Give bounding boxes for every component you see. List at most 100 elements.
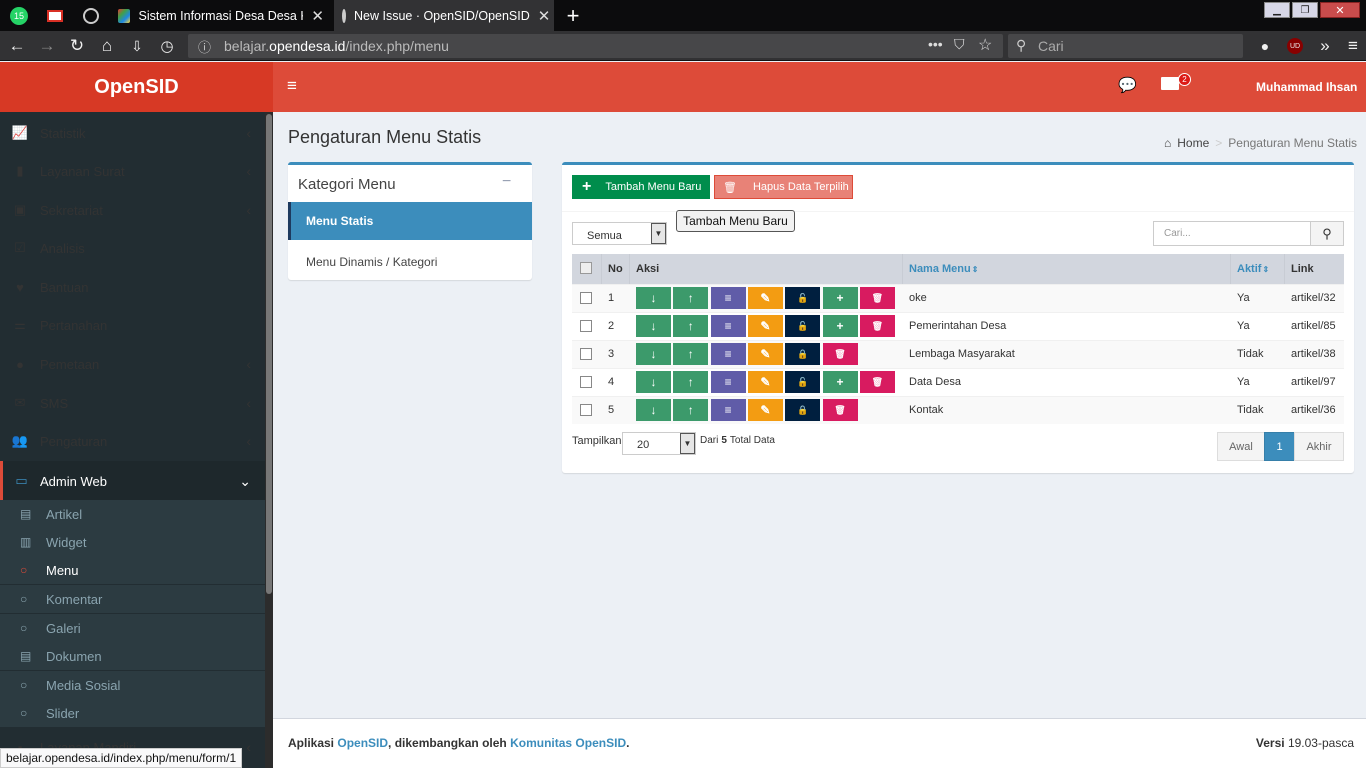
forward-button[interactable]: → [34, 31, 60, 61]
delete-button[interactable]: 🗑 [859, 371, 895, 393]
unlock-button[interactable]: 🔓 [785, 371, 821, 393]
tab-new-issue[interactable]: New Issue · OpenSID/OpenSID ✕ [334, 0, 554, 31]
sidebar-subitem-slider[interactable]: ○ Slider [0, 699, 265, 727]
tab-gmail[interactable] [40, 0, 70, 31]
dropdown-arrow-icon[interactable]: ▼ [651, 223, 666, 244]
sidebar-subitem-komentar[interactable]: ○ Komentar [0, 585, 265, 613]
per-page-select[interactable]: 20 ▼ [622, 432, 696, 455]
edit-button[interactable]: ✎ [747, 343, 783, 365]
move-up-button[interactable]: ↑ [673, 371, 709, 393]
delete-button[interactable]: 🗑 [822, 399, 858, 421]
reload-button[interactable]: ↻ [64, 31, 90, 61]
lock-button[interactable]: 🔒 [785, 343, 821, 365]
move-up-button[interactable]: ↑ [673, 343, 709, 365]
unlock-button[interactable]: 🔓 [785, 315, 821, 337]
delete-button[interactable]: 🗑 [859, 315, 895, 337]
row-checkbox[interactable] [580, 404, 592, 416]
app-logo[interactable]: OpenSID [0, 62, 273, 112]
sidebar-item-statistik[interactable]: 📈 Statistik ‹ [0, 114, 265, 152]
home-button[interactable]: ⌂ [94, 31, 120, 61]
edit-button[interactable]: ✎ [747, 287, 783, 309]
sidebar-scrollbar-thumb[interactable] [266, 114, 272, 594]
sidebar-item-bantuan[interactable]: ♥ Bantuan [0, 268, 265, 306]
lock-button[interactable]: 🔒 [785, 399, 821, 421]
sidebar-item-pemetaan[interactable]: ● Pemetaan ‹ [0, 345, 265, 383]
move-up-button[interactable]: ↑ [673, 315, 709, 337]
add-menu-button[interactable]: + Tambah Menu Baru [572, 175, 710, 199]
tab-opensid[interactable]: Sistem Informasi Desa Desa Kul ✕ [110, 0, 332, 31]
sidebar-subitem-media-sosial[interactable]: ○ Media Sosial [0, 671, 265, 699]
browser-search-bar[interactable]: ⚲ Cari [1008, 34, 1243, 58]
move-down-button[interactable]: ↓ [636, 315, 671, 337]
minimize-button[interactable]: ▁ [1264, 2, 1290, 18]
row-checkbox[interactable] [580, 348, 592, 360]
breadcrumb-home[interactable]: Home [1177, 136, 1209, 150]
sidebar-item-layanan-surat[interactable]: ▮ Layanan Surat ‹ [0, 152, 265, 190]
new-tab-button[interactable]: + [560, 0, 586, 31]
page-actions-icon[interactable]: ••• [928, 36, 943, 52]
column-header-nama[interactable]: Nama Menu ⇕ [909, 254, 978, 284]
maximize-button[interactable]: ❐ [1292, 2, 1318, 18]
sidebar-toggle-icon[interactable]: ≡ [287, 76, 297, 96]
move-down-button[interactable]: ↓ [636, 399, 671, 421]
edit-button[interactable]: ✎ [747, 399, 783, 421]
move-down-button[interactable]: ↓ [636, 287, 671, 309]
sidebar-item-pertanahan[interactable]: ⚌ Pertanahan [0, 306, 265, 344]
sidebar-subitem-menu[interactable]: ○ Menu [0, 556, 265, 584]
pagination-first[interactable]: Awal [1217, 432, 1265, 461]
delete-selected-button[interactable]: 🗑 Hapus Data Terpilih [714, 175, 853, 199]
edit-button[interactable]: ✎ [747, 371, 783, 393]
submenu-button[interactable]: ≡ [710, 399, 746, 421]
pagination-current[interactable]: 1 [1264, 432, 1295, 461]
close-icon[interactable]: ✕ [530, 7, 554, 25]
filter-select[interactable]: Semua ▼ [572, 222, 667, 245]
close-icon[interactable]: ✕ [303, 7, 332, 25]
submenu-button[interactable]: ≡ [710, 343, 746, 365]
sidebar-subitem-dokumen[interactable]: ▤ Dokumen [0, 642, 265, 670]
delete-button[interactable]: 🗑 [822, 343, 858, 365]
ublock-icon[interactable]: UD [1282, 31, 1308, 61]
select-all-checkbox[interactable] [580, 262, 592, 274]
dropdown-arrow-icon[interactable]: ▼ [680, 433, 695, 454]
sidebar-item-admin-web[interactable]: ▭ Admin Web ⌄ [0, 461, 265, 501]
move-up-button[interactable]: ↑ [673, 287, 709, 309]
back-button[interactable]: ← [4, 31, 30, 61]
close-window-button[interactable]: ✕ [1320, 2, 1360, 18]
add-submenu-button[interactable]: + [822, 315, 858, 337]
chat-icon[interactable]: 💬 [1118, 76, 1137, 94]
hamburger-menu-icon[interactable]: ≡ [1340, 31, 1366, 61]
unlock-button[interactable]: 🔓 [785, 287, 821, 309]
row-checkbox[interactable] [580, 320, 592, 332]
sidebar-subitem-artikel[interactable]: ▤ Artikel [0, 500, 265, 528]
downloads-icon[interactable]: ⇩ [124, 31, 150, 61]
edit-button[interactable]: ✎ [747, 315, 783, 337]
footer-link-opensid[interactable]: OpenSID [337, 736, 388, 750]
info-icon[interactable]: ⓘ [198, 37, 211, 56]
extension-icon[interactable]: ● [1252, 31, 1278, 61]
search-input[interactable]: Cari... [1153, 221, 1311, 246]
pocket-icon[interactable]: ⛉ [954, 36, 965, 53]
add-submenu-button[interactable]: + [822, 287, 858, 309]
sidebar-subitem-galeri[interactable]: ○ Galeri [0, 614, 265, 642]
sidebar-item-sekretariat[interactable]: ▣ Sekretariat ‹ [0, 191, 265, 229]
pagination-last[interactable]: Akhir [1294, 432, 1344, 461]
tab-github[interactable] [76, 0, 106, 31]
tab-whatsapp[interactable]: 15 [4, 0, 34, 31]
mail-icon[interactable] [1161, 77, 1179, 90]
collapse-minus-icon[interactable]: − [502, 173, 511, 191]
user-name[interactable]: Muhammad Ihsan [1256, 80, 1357, 94]
sidebar-subitem-widget[interactable]: ▥ Widget [0, 528, 265, 556]
sidebar-item-sms[interactable]: ✉ SMS ‹ [0, 384, 265, 422]
submenu-button[interactable]: ≡ [710, 315, 746, 337]
submenu-button[interactable]: ≡ [710, 287, 746, 309]
sidebar-item-pengaturan[interactable]: 👥 Pengaturan ‹ [0, 422, 265, 460]
submenu-button[interactable]: ≡ [710, 371, 746, 393]
move-down-button[interactable]: ↓ [636, 343, 671, 365]
kategori-item-menu-dinamis[interactable]: Menu Dinamis / Kategori [288, 243, 532, 281]
url-bar[interactable]: ⓘ belajar. opendesa.id/index.php/menu •••… [188, 34, 1003, 58]
overflow-chevron-icon[interactable]: » [1312, 31, 1338, 61]
move-up-button[interactable]: ↑ [673, 399, 709, 421]
footer-link-komunitas[interactable]: Komunitas OpenSID [510, 736, 626, 750]
move-down-button[interactable]: ↓ [636, 371, 671, 393]
bookmark-star-icon[interactable]: ☆ [978, 35, 992, 55]
